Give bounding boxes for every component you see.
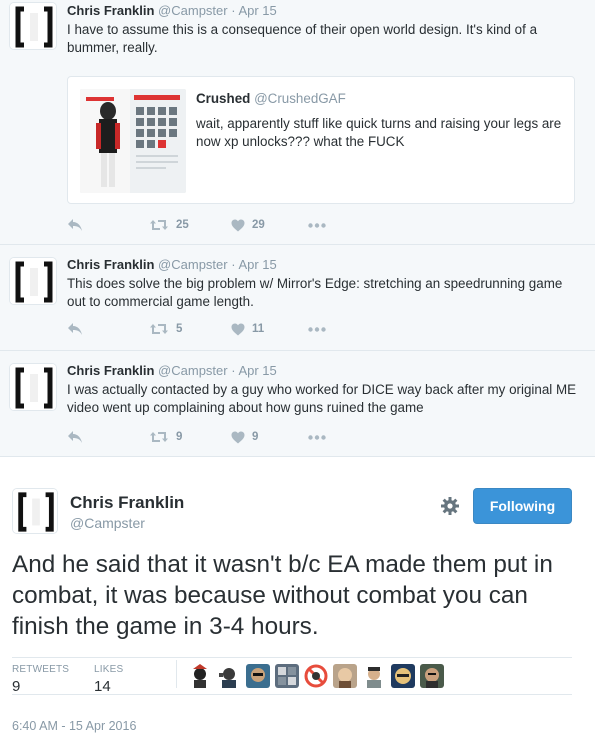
liker-avatar[interactable] [188,664,212,688]
separator-dot: · [231,257,236,272]
fullname[interactable]: Chris Franklin [67,363,154,378]
main-tweet: Chris Franklin @Campster Following And h… [0,457,595,735]
liker-avatar[interactable] [420,664,444,688]
likers-avatars [188,664,449,688]
stats-divider [176,660,177,688]
tweet-text: This does solve the big problem w/ Mirro… [67,276,563,309]
handle[interactable]: @Campster [158,363,228,378]
main-fullname[interactable]: Chris Franklin [70,493,184,513]
retweets-label: RETWEETS [12,664,70,675]
tweet-text: I have to assume this is a consequence o… [67,22,538,55]
reply-icon [68,431,82,443]
quoted-handle[interactable]: @CrushedGAF [254,91,346,106]
retweet-icon [150,432,168,442]
liker-avatar[interactable] [275,664,299,688]
more-icon [308,222,326,228]
timestamp-link[interactable]: Apr 15 [238,363,276,378]
tweet[interactable]: Chris Franklin @Campster · Apr 15 I was … [0,351,595,457]
quoted-tweet-text: wait, apparently stuff like quick turns … [196,116,562,149]
like-count: 9 [252,431,259,443]
heart-icon [231,431,245,443]
retweet-icon [150,324,168,334]
handle[interactable]: @Campster [158,3,228,18]
quoted-tweet-image[interactable] [80,89,186,193]
timestamp-link[interactable]: Apr 15 [238,3,276,18]
retweet-icon [150,220,168,230]
tweet-header: Chris Franklin @Campster · Apr 15 [67,363,277,379]
liker-avatar[interactable] [304,664,328,688]
heart-icon [231,219,245,231]
like-button[interactable]: 29 [231,215,265,235]
more-button[interactable] [308,319,326,339]
following-button[interactable]: Following [473,488,572,524]
like-button[interactable]: 9 [231,427,258,447]
tweet[interactable]: Chris Franklin @Campster · Apr 15 I have… [0,0,595,245]
like-count: 11 [252,323,265,335]
more-icon [308,434,326,440]
main-tweet-text: And he said that it wasn't b/c EA made t… [12,551,553,640]
main-handle[interactable]: @Campster [70,515,145,531]
reply-button[interactable] [67,427,83,447]
tweet-actions: 9 9 [67,427,367,447]
main-timestamp[interactable]: 6:40 AM - 15 Apr 2016 [12,719,136,733]
retweets-value: 9 [12,678,21,695]
retweet-count: 5 [176,323,183,335]
liker-avatar[interactable] [246,664,270,688]
tweet-actions: 25 29 [67,215,367,235]
liker-avatar[interactable] [217,664,241,688]
liker-avatar[interactable] [362,664,386,688]
liker-avatar[interactable] [391,664,415,688]
retweet-count: 9 [176,431,183,443]
tweet-header: Chris Franklin @Campster · Apr 15 [67,257,277,273]
reply-button[interactable] [67,319,83,339]
tweet[interactable]: Chris Franklin @Campster · Apr 15 This d… [0,245,595,351]
tweet-stats: RETWEETS 9 LIKES 14 [12,657,572,695]
liker-avatar[interactable] [333,664,357,688]
quoted-tweet[interactable]: Crushed @CrushedGAF wait, apparently stu… [67,76,575,204]
more-button[interactable] [308,215,326,235]
retweet-count: 25 [176,219,189,231]
tweet-header: Chris Franklin @Campster · Apr 15 [67,3,277,19]
likes-stat[interactable]: LIKES 14 [94,664,123,695]
retweet-button[interactable]: 25 [149,215,189,235]
reply-icon [68,219,82,231]
tweet-actions: 5 11 [67,319,367,339]
conversation-thread: Chris Franklin @Campster · Apr 15 I have… [0,0,595,457]
handle[interactable]: @Campster [158,257,228,272]
avatar[interactable] [9,2,57,50]
tweet-text: I was actually contacted by a guy who wo… [67,382,577,415]
retweet-button[interactable]: 9 [149,427,182,447]
likes-label: LIKES [94,664,124,675]
more-icon [308,326,326,332]
fullname[interactable]: Chris Franklin [67,257,154,272]
like-button[interactable]: 11 [231,319,264,339]
likes-value: 14 [94,678,111,695]
heart-icon [231,323,245,335]
main-avatar[interactable] [12,488,58,534]
more-button[interactable] [308,427,326,447]
reply-icon [68,323,82,335]
timestamp-link[interactable]: Apr 15 [238,257,276,272]
separator-dot: · [231,363,236,378]
reply-button[interactable] [67,215,83,235]
quoted-tweet-header: Crushed @CrushedGAF [196,90,346,108]
quoted-fullname[interactable]: Crushed [196,91,250,106]
avatar[interactable] [9,363,57,411]
like-count: 29 [252,219,265,231]
fullname[interactable]: Chris Franklin [67,3,154,18]
gear-icon[interactable] [440,496,460,516]
avatar[interactable] [9,257,57,305]
retweet-button[interactable]: 5 [149,319,182,339]
retweets-stat[interactable]: RETWEETS 9 [12,664,69,695]
separator-dot: · [231,3,236,18]
